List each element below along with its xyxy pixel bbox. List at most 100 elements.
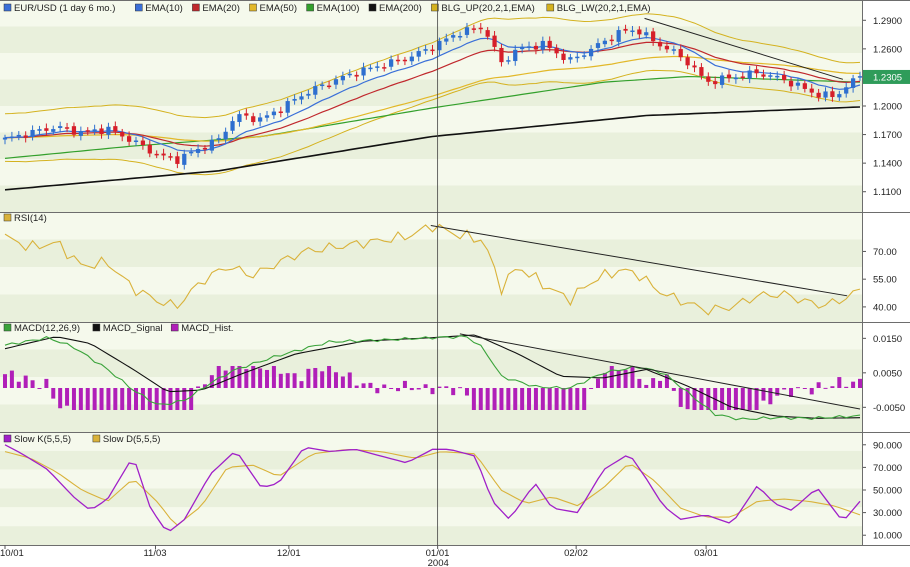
macd-hist-bar (464, 388, 469, 396)
stoch-legend-item: Slow D(5,5,5) (103, 434, 161, 445)
candle-body (685, 57, 690, 66)
macd-hist-bar (630, 366, 635, 388)
stoch-legend-item: Slow K(5,5,5) (14, 434, 71, 445)
macd-hist-bar (140, 388, 145, 410)
macd-hist-bar (816, 382, 821, 388)
candle-body (382, 67, 387, 69)
candle-body (513, 49, 518, 62)
x-tick-label: 11/03 (143, 548, 166, 559)
candle-body (802, 83, 807, 89)
chart-window: 1.29001.26001.23001.20001.17001.14001.11… (0, 0, 910, 567)
candle-body (92, 129, 97, 132)
macd-hist-bar (506, 388, 511, 410)
candle-body (237, 114, 242, 122)
candle-body (451, 35, 456, 38)
candle-body (368, 67, 373, 70)
candle-body (354, 74, 359, 77)
macd-hist-bar (802, 388, 807, 389)
candle-body (78, 131, 83, 136)
macd-hist-bar (485, 388, 490, 410)
candle-body (202, 147, 208, 150)
candle-body (492, 35, 497, 47)
candle-body (533, 45, 539, 50)
x-tick-label: 03/01 (694, 548, 718, 559)
candle-body (126, 136, 132, 142)
macd-hist-bar (637, 378, 642, 388)
candle-body (285, 101, 290, 113)
macd-hist-bar (478, 388, 483, 410)
stoch-legend-swatch (92, 434, 101, 443)
macd-legend-swatch (3, 323, 12, 332)
macd-hist-bar (333, 372, 338, 388)
stoch-panel-band (0, 488, 862, 508)
macd-hist-bar (540, 388, 545, 410)
candle-body (244, 113, 249, 116)
macd-hist-bar (120, 388, 125, 410)
stoch-panel-band (0, 526, 862, 545)
candle-body (292, 98, 297, 101)
candle-body (216, 138, 221, 140)
price-panel-band (0, 159, 862, 186)
candle-body (133, 140, 139, 143)
candle-body (306, 93, 311, 96)
candle-body (637, 29, 642, 35)
macd-hist-bar (258, 368, 263, 388)
candle-body (230, 121, 235, 131)
candle-body (837, 94, 842, 98)
macd-hist-bar (423, 384, 428, 388)
macd-hist-bar (527, 388, 532, 410)
macd-hist-bar (292, 373, 297, 388)
candle-body (85, 130, 90, 132)
macd-hist-bar (616, 370, 621, 388)
macd-hist-bar (3, 374, 7, 388)
macd-hist-bar (851, 381, 856, 388)
candle-body (582, 55, 587, 57)
candle-body (168, 156, 173, 158)
candle-body (333, 79, 339, 85)
macd-hist-bar (402, 380, 407, 388)
candle-body (44, 128, 49, 131)
candle-body (251, 116, 256, 123)
candle-body (602, 40, 607, 45)
candle-body (258, 117, 263, 122)
x-year-label: 2004 (428, 558, 449, 567)
price-legend-item: EMA(20) (202, 3, 239, 14)
price-legend-item: BLG_UP(20,2,1,EMA) (441, 3, 534, 14)
macd-hist-bar (396, 388, 401, 392)
candle-body (699, 67, 704, 76)
price-legend-item: EUR/USD (1 day 6 mo.) (14, 3, 115, 14)
candle-body (375, 66, 380, 68)
stoch-legend-swatch (3, 434, 12, 443)
candle-body (782, 74, 787, 81)
macd-hist-bar (554, 388, 559, 410)
candle-body (506, 60, 511, 62)
price-panel-band (0, 185, 862, 212)
macd-hist-bar (382, 384, 387, 388)
macd-hist-bar (761, 388, 766, 401)
candle-body (299, 96, 304, 100)
price-tick-label: 1.2600 (873, 44, 902, 55)
candle-body (37, 129, 42, 131)
macd-hist-bar (85, 388, 90, 410)
rsi-panel-band (0, 239, 862, 267)
candle-body (416, 51, 421, 57)
rsi-legend-item: RSI(14) (14, 213, 47, 224)
macd-hist-bar (347, 372, 352, 388)
macd-hist-bar (740, 388, 745, 410)
candle-body (464, 27, 470, 35)
candle-body (147, 144, 152, 154)
macd-hist-bar (58, 388, 63, 409)
macd-hist-bar (720, 388, 725, 410)
macd-hist-bar (513, 388, 518, 410)
macd-hist-bar (671, 388, 676, 391)
macd-legend-item: MACD_Signal (103, 323, 163, 334)
macd-hist-bar (361, 383, 366, 388)
macd-hist-bar (154, 388, 159, 410)
macd-legend: MACD(12,26,9) MACD_Signal MACD_Hist. (3, 323, 233, 334)
price-tick-label: 1.1400 (873, 159, 902, 170)
candle-body (264, 115, 270, 118)
macd-hist-bar (340, 376, 345, 388)
macd-hist-bar (561, 388, 566, 410)
candle-body (775, 75, 780, 78)
candle-body (623, 28, 628, 31)
